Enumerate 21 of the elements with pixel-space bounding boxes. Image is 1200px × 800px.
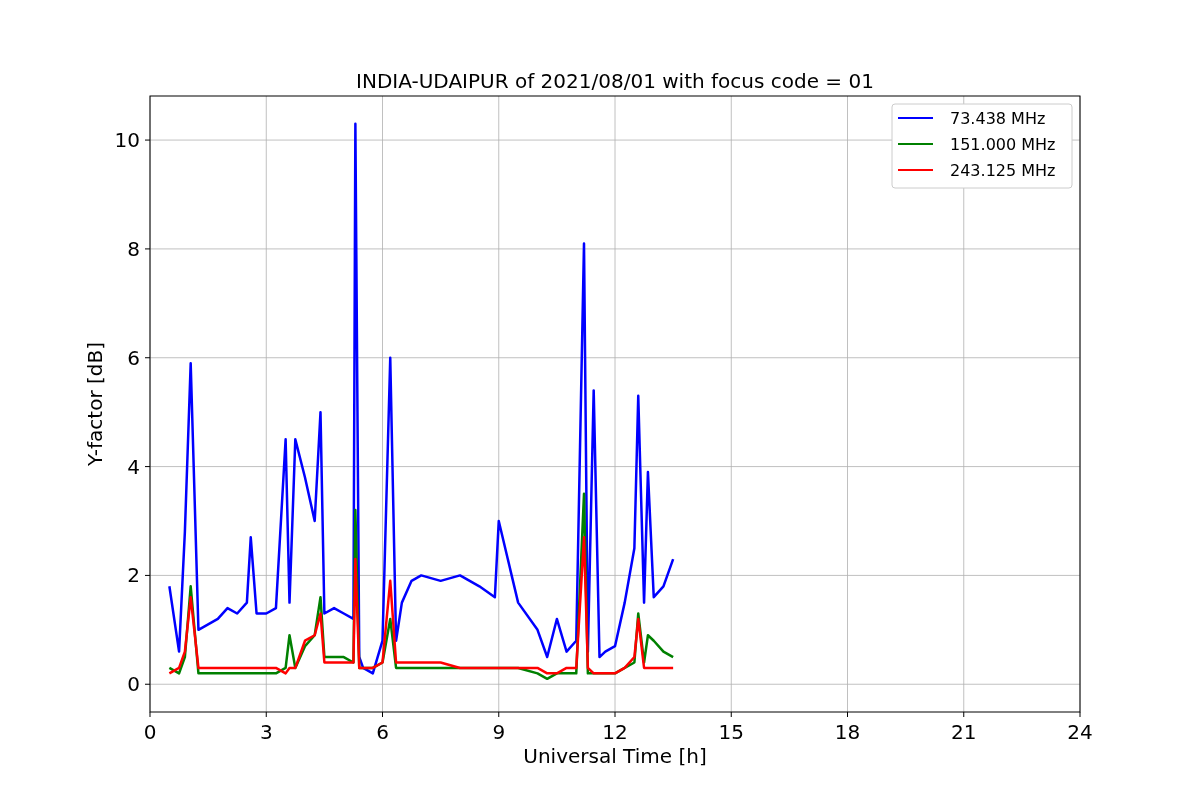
x-tick-label: 18 <box>834 720 861 744</box>
y-tick-label: 0 <box>127 672 140 697</box>
x-tick-label: 6 <box>376 720 389 744</box>
x-tick-label: 21 <box>951 720 977 744</box>
x-tick-label: 9 <box>492 720 506 744</box>
y-tick-label: 8 <box>127 236 140 261</box>
y-tick-label: 6 <box>127 345 140 370</box>
legend-label: 151.000 MHz <box>950 135 1056 154</box>
x-axis-label: Universal Time [h] <box>523 744 707 768</box>
legend-label: 73.438 MHz <box>950 109 1046 128</box>
x-tick-label: 3 <box>259 720 273 744</box>
x-tick-label: 24 <box>1067 720 1093 744</box>
chart-title: INDIA-UDAIPUR of 2021/08/01 with focus code = 01 <box>356 69 874 93</box>
y-axis-label: Y-factor [dB] <box>83 342 107 466</box>
legend-label: 243.125 MHz <box>950 161 1056 180</box>
y-tick-label: 2 <box>127 563 140 588</box>
x-tick-label: 0 <box>143 720 157 744</box>
y-tick-label: 10 <box>114 128 140 153</box>
x-tick-label: 15 <box>718 720 744 744</box>
y-tick-label: 4 <box>127 454 140 479</box>
x-tick-label: 12 <box>602 720 628 744</box>
